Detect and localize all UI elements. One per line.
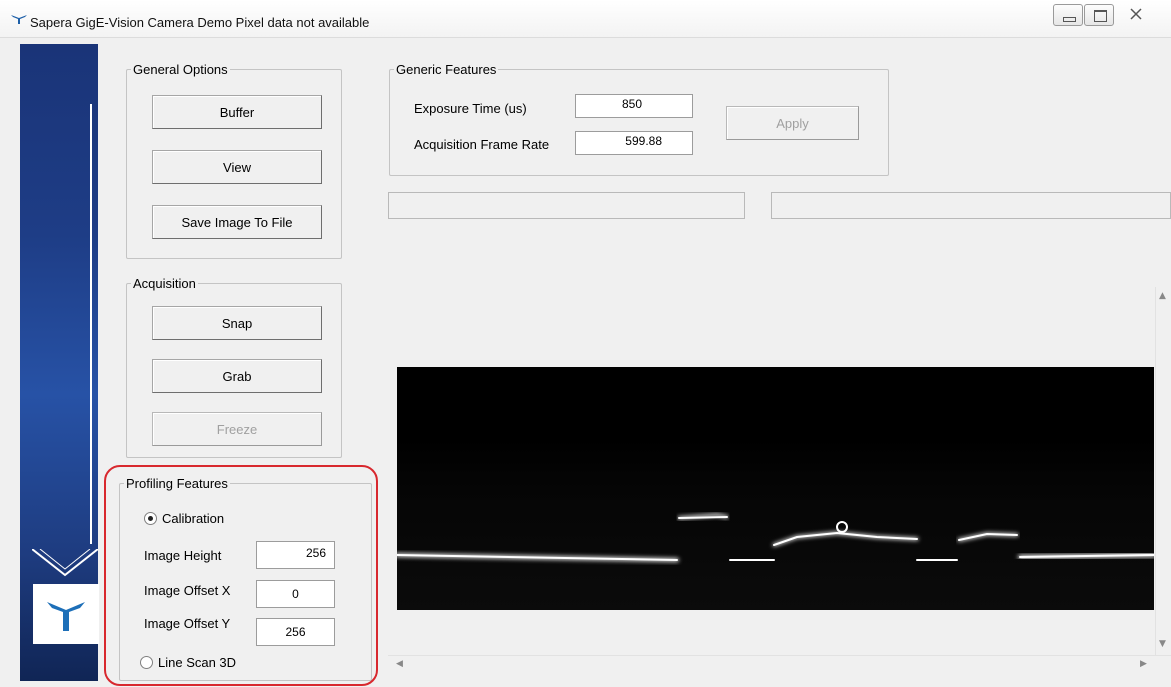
frame-rate-label: Acquisition Frame Rate [414,137,550,152]
buffer-button[interactable]: Buffer [152,95,322,129]
profiling-features-legend: Profiling Features [124,476,230,491]
scroll-left-icon[interactable]: ◀ [396,659,403,669]
line-scan-3d-radio[interactable] [140,656,153,669]
caption-buttons [1052,4,1157,26]
window-title: Sapera GigE-Vision Camera Demo Pixel dat… [30,15,370,30]
scroll-right-icon[interactable]: ▶ [1140,659,1147,669]
generic-features-legend: Generic Features [394,62,499,77]
title-bar[interactable]: Sapera GigE-Vision Camera Demo Pixel dat… [0,0,1171,38]
scroll-down-icon[interactable]: ▼ [1159,639,1166,649]
frame-rate-field[interactable]: 599.88 [575,131,693,155]
save-image-button[interactable]: Save Image To File [152,205,322,239]
line-scan-3d-label[interactable]: Line Scan 3D [158,655,236,671]
status-field-left [388,192,745,219]
maximize-icon[interactable] [1084,4,1114,26]
status-field-right [771,192,1171,219]
horizontal-scrollbar[interactable]: ◀ ▶ [388,655,1171,673]
image-offset-x-label: Image Offset X [144,583,231,598]
exposure-time-field[interactable]: 850 [575,94,693,118]
acquisition-legend: Acquisition [131,276,198,291]
image-offset-y-label: Image Offset Y [144,616,231,631]
image-height-label: Image Height [144,548,222,563]
teledyne-logo [33,584,99,644]
snap-button[interactable]: Snap [152,306,322,340]
grab-button[interactable]: Grab [152,359,322,393]
image-height-field[interactable]: 256 [256,541,335,569]
view-button[interactable]: View [152,150,322,184]
teledyne-icon [11,15,27,24]
scroll-up-icon[interactable]: ▲ [1159,291,1166,301]
laser-profile-line [395,437,1156,610]
chevron-logo-icon [32,549,98,577]
side-banner [20,44,99,681]
freeze-button[interactable]: Freeze [152,412,322,446]
camera-image [395,367,1156,610]
calibration-radio[interactable] [144,512,157,525]
image-offset-x-field[interactable]: 0 [256,580,335,608]
apply-button[interactable]: Apply [726,106,859,140]
vertical-scrollbar[interactable]: ▲ ▼ [1155,287,1171,655]
minimize-icon[interactable] [1053,4,1083,26]
main-window: Sapera GigE-Vision Camera Demo Pixel dat… [0,0,1171,687]
divider-line [90,104,92,544]
close-icon[interactable] [1115,4,1157,26]
image-offset-y-field[interactable]: 256 [256,618,335,646]
teledyne-logo-icon [47,602,85,631]
general-options-legend: General Options [131,62,230,77]
exposure-time-label: Exposure Time (us) [414,101,527,116]
calibration-label[interactable]: Calibration [162,511,224,527]
